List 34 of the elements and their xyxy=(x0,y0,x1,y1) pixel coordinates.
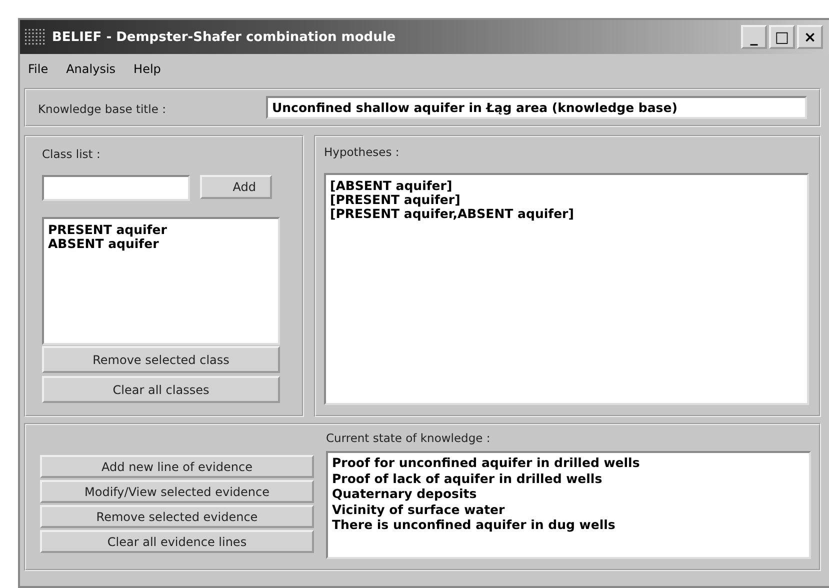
section-label: Hypotheses : xyxy=(324,145,400,159)
section-label: Current state of knowledge : xyxy=(326,431,492,447)
title-field[interactable]: Unconfined shallow aquifer in Łąg area (knowledge base) xyxy=(266,96,807,119)
evidence-button[interactable]: Clear all evidence lines xyxy=(40,530,314,553)
class-listbox[interactable]: PRESENT aquifer ABSENT aquifer xyxy=(42,217,280,345)
menu-item[interactable]: File xyxy=(28,62,48,76)
add-button[interactable]: Add xyxy=(200,175,272,199)
menu-item[interactable]: Help xyxy=(134,62,161,76)
evidence-button[interactable]: Remove selected evidence xyxy=(40,505,314,528)
section-label: Class list : xyxy=(42,147,102,161)
menu-item[interactable]: Analysis xyxy=(66,62,116,76)
evidence-listbox[interactable]: Proof for unconfined aquifer in drilled wells Proof of lack of aquifer in drilled wells Quaternary deposits Vicinity of surface water There is unconfined aquifer in dug wells xyxy=(326,451,811,559)
hypothesis-item[interactable]: [PRESENT aquifer] xyxy=(330,193,803,207)
field-label: Knowledge base title : xyxy=(38,102,166,116)
class-item[interactable]: PRESENT aquifer xyxy=(48,223,274,237)
hypothesis-item[interactable]: [PRESENT aquifer,ABSENT aquifer] xyxy=(330,207,803,221)
close-button[interactable]: × xyxy=(797,25,823,49)
evidence-button[interactable]: Modify/View selected evidence xyxy=(40,480,314,503)
evidence-item[interactable]: There is unconfined aquifer in dug wells xyxy=(332,517,805,532)
grid-icon xyxy=(24,28,46,46)
class-button[interactable]: Clear all classes xyxy=(42,376,280,403)
window-title: BELIEF - Dempster-Shafer combination module xyxy=(52,30,397,44)
evidence-button[interactable]: Add new line of evidence xyxy=(40,455,314,478)
evidence-item[interactable]: Quaternary deposits xyxy=(332,486,805,502)
class-item[interactable]: ABSENT aquifer xyxy=(48,237,274,251)
evidence-item[interactable]: Vicinity of surface water xyxy=(332,502,805,517)
hypothesis-item[interactable]: [ABSENT aquifer] xyxy=(330,179,803,193)
hypotheses-listbox[interactable]: [ABSENT aquifer] [PRESENT aquifer] [PRESENT aquifer,ABSENT aquifer] xyxy=(324,173,809,405)
evidence-item[interactable]: Proof of lack of aquifer in drilled wells xyxy=(332,470,805,486)
minimize-button[interactable]: _ xyxy=(741,25,767,49)
class-button[interactable]: Remove selected class xyxy=(42,346,280,373)
maximize-button[interactable]: □ xyxy=(769,25,795,49)
evidence-item[interactable]: Proof for unconfined aquifer in drilled wells xyxy=(332,455,805,470)
class-input[interactable] xyxy=(42,175,190,201)
